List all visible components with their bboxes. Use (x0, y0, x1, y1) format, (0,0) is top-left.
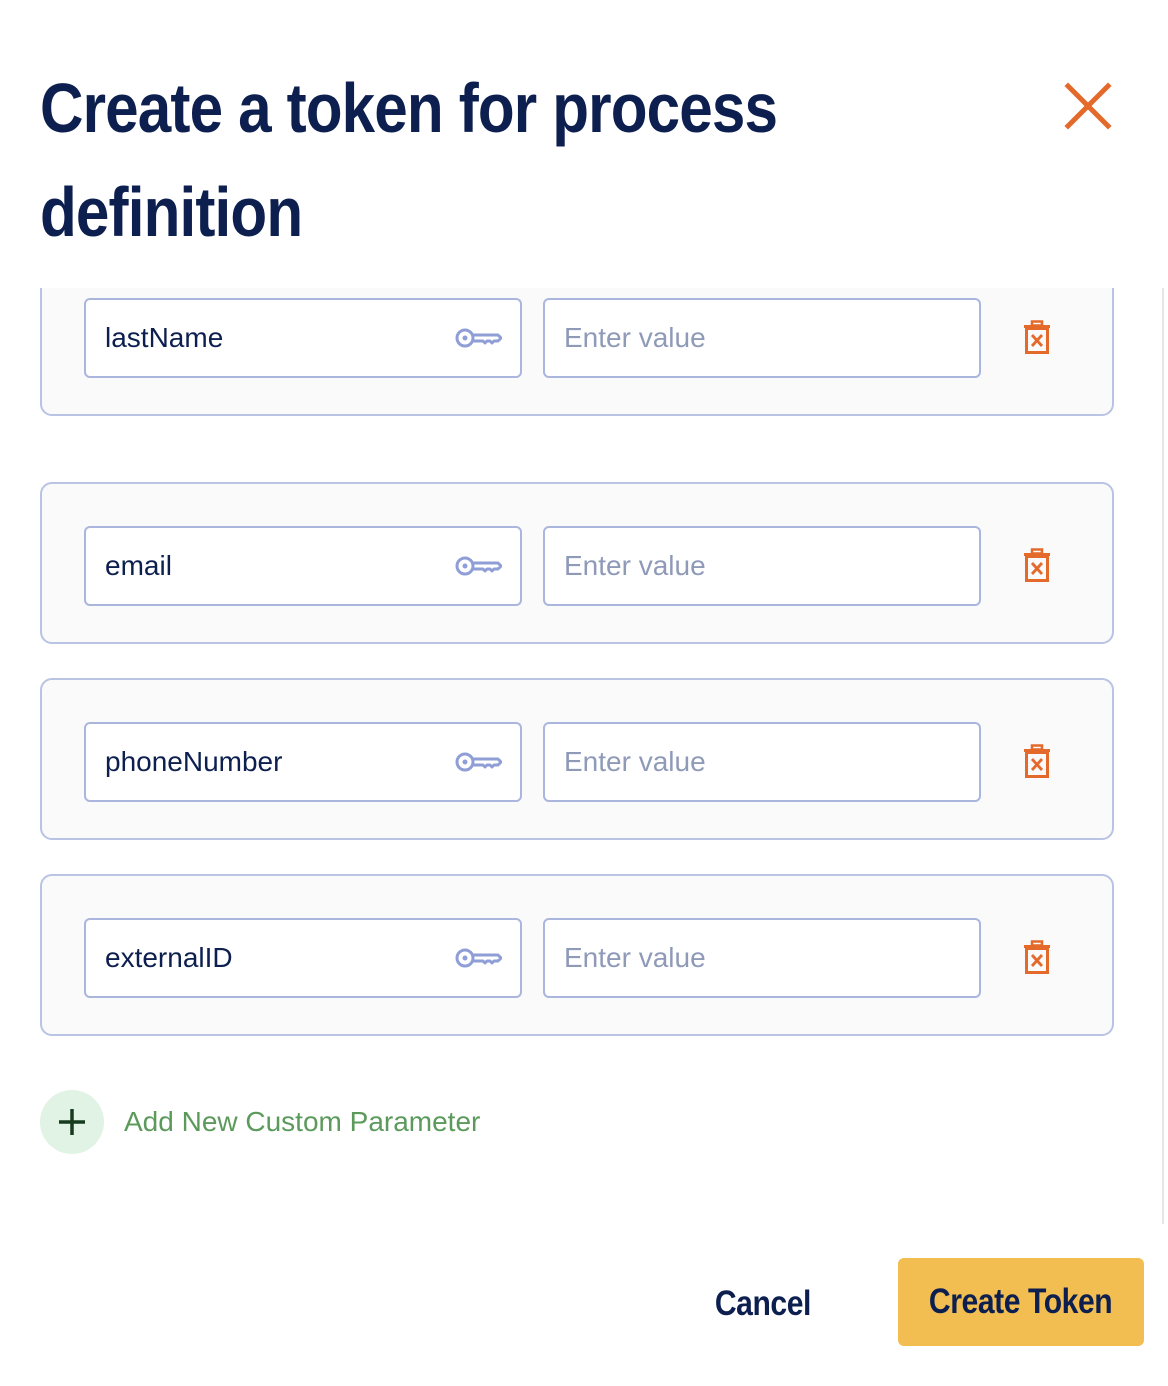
delete-param-button[interactable] (1022, 940, 1052, 974)
param-value-input[interactable] (543, 918, 981, 998)
close-button[interactable] (1062, 80, 1114, 132)
key-icon (455, 948, 502, 968)
key-icon (455, 328, 502, 348)
delete-param-button[interactable] (1022, 744, 1052, 778)
trash-icon (1024, 320, 1050, 354)
param-key-field[interactable]: externalID (84, 918, 522, 998)
param-key-text: externalID (105, 942, 233, 973)
param-value-input[interactable] (543, 526, 981, 606)
param-value-input[interactable] (543, 298, 981, 378)
param-row: lastName (40, 288, 1114, 416)
add-circle (40, 1090, 104, 1154)
key-icon (455, 752, 502, 772)
params-scroll-area[interactable]: lastName email (0, 288, 1168, 1224)
add-param-label: Add New Custom Parameter (124, 1106, 481, 1137)
param-row: email (40, 482, 1114, 644)
create-label: Create Token (929, 1282, 1113, 1321)
trash-icon (1024, 940, 1050, 974)
param-row: phoneNumber (40, 678, 1114, 840)
modal-title: Create a token for process definition (40, 69, 778, 251)
create-token-modal: Create a token for process definition la… (0, 0, 1168, 1386)
param-key-field[interactable]: lastName (84, 298, 522, 378)
param-key-text: email (105, 550, 172, 581)
trash-icon (1024, 744, 1050, 778)
plus-icon (59, 1109, 85, 1135)
delete-param-button[interactable] (1022, 548, 1052, 582)
cancel-button[interactable]: Cancel (700, 1266, 826, 1342)
cancel-label: Cancel (714, 1284, 812, 1323)
param-key-field[interactable]: email (84, 526, 522, 606)
create-token-button[interactable]: Create Token (898, 1258, 1144, 1346)
key-icon (455, 556, 502, 576)
param-value-input[interactable] (543, 722, 981, 802)
param-key-text: phoneNumber (105, 746, 283, 777)
trash-icon (1024, 548, 1050, 582)
param-key-field[interactable]: phoneNumber (84, 722, 522, 802)
add-custom-parameter-button[interactable]: Add New Custom Parameter (40, 1090, 480, 1154)
param-key-text: lastName (105, 322, 224, 353)
param-row: externalID (40, 874, 1114, 1036)
delete-param-button[interactable] (1022, 320, 1052, 354)
close-icon (1064, 82, 1112, 130)
